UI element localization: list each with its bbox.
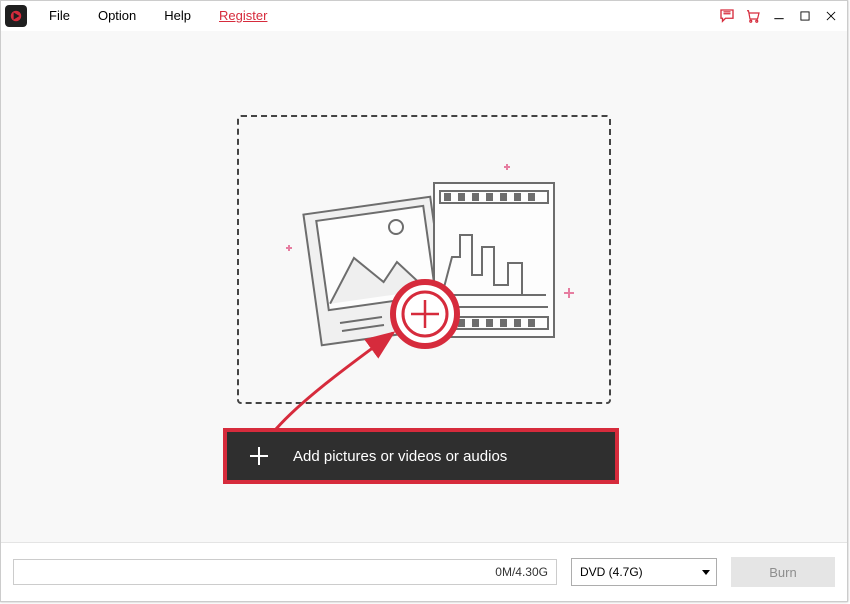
menu-bar: File Option Help Register xyxy=(1,1,847,31)
disc-type-select[interactable]: DVD (4.7G) xyxy=(571,558,717,586)
add-media-button[interactable]: Add pictures or videos or audios xyxy=(223,428,619,484)
close-button[interactable] xyxy=(819,4,843,28)
maximize-button[interactable] xyxy=(793,4,817,28)
menu-help[interactable]: Help xyxy=(150,1,205,31)
size-progress: 0M/4.30G xyxy=(13,559,557,585)
plus-icon xyxy=(247,444,271,468)
menu-register[interactable]: Register xyxy=(205,1,281,31)
main-panel: Add pictures or videos or audios xyxy=(1,31,847,542)
bottom-bar: 0M/4.30G DVD (4.7G) Burn xyxy=(1,542,847,601)
disc-type-value: DVD (4.7G) xyxy=(580,565,643,579)
menu-option[interactable]: Option xyxy=(84,1,150,31)
app-logo xyxy=(5,5,27,27)
titlebar-controls xyxy=(715,4,843,28)
minimize-button[interactable] xyxy=(767,4,791,28)
drop-zone[interactable] xyxy=(237,115,611,404)
burn-button[interactable]: Burn xyxy=(731,557,835,587)
cart-icon[interactable] xyxy=(741,4,765,28)
size-progress-text: 0M/4.30G xyxy=(495,560,548,584)
feedback-icon[interactable] xyxy=(715,4,739,28)
add-media-label: Add pictures or videos or audios xyxy=(293,448,507,465)
menu-file[interactable]: File xyxy=(35,1,84,31)
drop-zone-illustration xyxy=(264,135,584,385)
chevron-down-icon xyxy=(702,570,710,575)
app-window: File Option Help Register xyxy=(0,0,848,602)
